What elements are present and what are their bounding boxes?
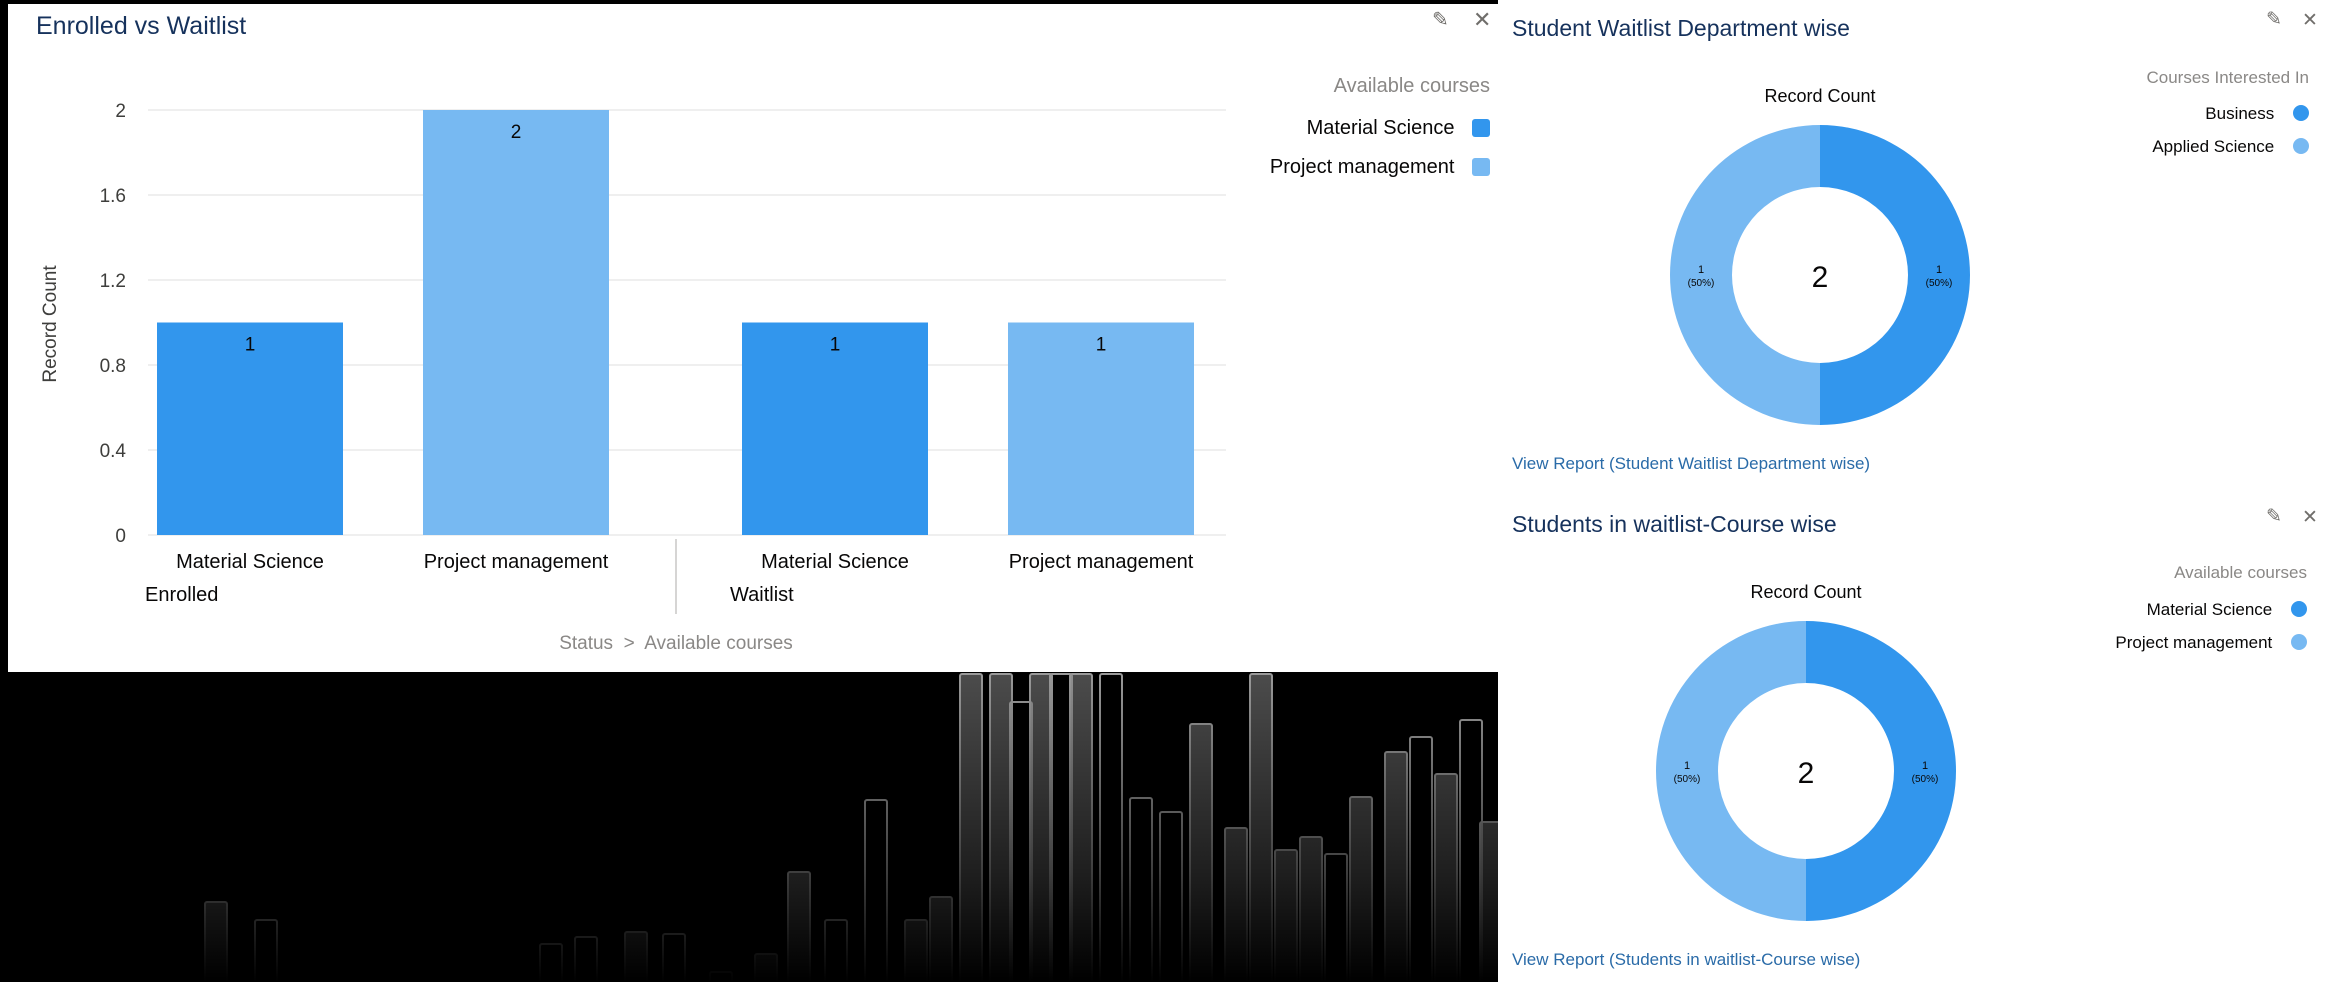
- course-panel-title: Students in waitlist-Course wise: [1512, 511, 1837, 537]
- bar-value-label: 1: [1096, 335, 1107, 356]
- slice-percent-label: (50%): [1674, 774, 1701, 785]
- legend-item-applied-science[interactable]: Applied Science: [2152, 137, 2309, 157]
- bar-value-label: 1: [245, 335, 256, 356]
- legend-label: Project management: [1269, 156, 1455, 178]
- legend-label: Material Science: [1306, 117, 1455, 139]
- slice-percent-label: (50%): [1688, 278, 1715, 289]
- x-axis-path-label: Status > Available courses: [559, 633, 793, 654]
- slice-value-label: 1: [1698, 264, 1704, 276]
- x-tick-label: Project management: [1009, 551, 1194, 573]
- legend-dot: [2291, 601, 2307, 617]
- y-tick-label: 0.8: [100, 356, 126, 377]
- donut-slice[interactable]: [1656, 621, 1806, 921]
- enrolled-vs-waitlist-panel: Enrolled vs Waitlist ✎ ✕ Record Count 00…: [8, 4, 1498, 672]
- legend-item-business[interactable]: Business: [2205, 104, 2309, 124]
- slice-value-label: 1: [1922, 760, 1928, 772]
- legend-label: Business: [2205, 104, 2275, 123]
- x-tick-label: Material Science: [761, 551, 909, 573]
- y-tick-label: 1.6: [100, 186, 126, 207]
- edit-icon[interactable]: ✎: [2266, 507, 2282, 526]
- y-tick-label: 1.2: [100, 271, 126, 292]
- group-label-waitlist: Waitlist: [730, 584, 794, 606]
- dept-donut-chart: Record Count 1 (50%) 1 (50%) 2: [1670, 86, 1970, 425]
- slice-value-label: 1: [1936, 264, 1942, 276]
- legend-title: Available courses: [1333, 75, 1490, 97]
- donut-slice[interactable]: [1670, 125, 1820, 425]
- slice-percent-label: (50%): [1912, 774, 1939, 785]
- edit-icon[interactable]: ✎: [2266, 10, 2282, 29]
- course-donut-chart: Record Count 1 (50%) 1 (50%) 2: [1656, 582, 1956, 921]
- x-tick-label: Project management: [424, 551, 609, 573]
- y-tick-label: 0: [115, 526, 126, 547]
- legend-swatch: [1472, 119, 1490, 137]
- donut-slice[interactable]: [1820, 125, 1970, 425]
- close-icon[interactable]: ✕: [2302, 508, 2318, 527]
- legend-label: Project management: [2115, 633, 2273, 652]
- donut-center-value: 2: [1812, 261, 1829, 294]
- right-dashboard-column: Student Waitlist Department wise ✎ ✕ Rec…: [1498, 0, 2325, 982]
- background-bar-graphic: [0, 672, 1498, 982]
- legend-dot: [2293, 138, 2309, 154]
- slice-value-label: 1: [1684, 760, 1690, 772]
- donut-slice[interactable]: [1806, 621, 1956, 921]
- bar-value-label: 2: [511, 122, 522, 143]
- legend-item-material-science[interactable]: Material Science: [1307, 117, 1490, 140]
- y-tick-label: 0.4: [100, 441, 127, 462]
- legend-dot: [2291, 634, 2307, 650]
- dept-panel-title: Student Waitlist Department wise: [1512, 15, 1850, 41]
- legend-item-project-management[interactable]: Project management: [1270, 156, 1490, 179]
- fade-overlay: [0, 672, 1498, 982]
- donut-center-value: 2: [1798, 757, 1815, 790]
- edit-icon[interactable]: ✎: [1432, 10, 1449, 30]
- close-icon[interactable]: ✕: [2302, 11, 2318, 30]
- y-axis-label: Record Count: [40, 265, 61, 383]
- bar[interactable]: [423, 110, 609, 535]
- donut-metric-label: Record Count: [1750, 582, 1861, 602]
- donut-metric-label: Record Count: [1764, 86, 1875, 106]
- bar-value-label: 1: [830, 335, 841, 356]
- x-tick-label: Material Science: [176, 551, 324, 573]
- group-label-enrolled: Enrolled: [145, 584, 218, 606]
- legend-item-material-science[interactable]: Material Science: [2147, 600, 2307, 620]
- legend-dot: [2293, 105, 2309, 121]
- view-report-dept-link[interactable]: View Report (Student Waitlist Department…: [1512, 454, 1870, 474]
- legend-swatch: [1472, 158, 1490, 176]
- legend-item-project-management[interactable]: Project management: [2115, 633, 2307, 653]
- close-icon[interactable]: ✕: [1473, 9, 1491, 31]
- slice-percent-label: (50%): [1926, 278, 1953, 289]
- view-report-course-link[interactable]: View Report (Students in waitlist-Course…: [1512, 950, 1860, 970]
- y-tick-label: 2: [115, 101, 126, 122]
- bar-chart: Record Count 0 0.4 0.8 1.2 1.6 2 1 2 1 1 Materia…: [40, 101, 1226, 654]
- dept-legend-title: Courses Interested In: [2146, 68, 2309, 87]
- legend-label: Applied Science: [2152, 137, 2275, 156]
- legend-label: Material Science: [2146, 600, 2273, 619]
- course-legend-title: Available courses: [2174, 563, 2307, 582]
